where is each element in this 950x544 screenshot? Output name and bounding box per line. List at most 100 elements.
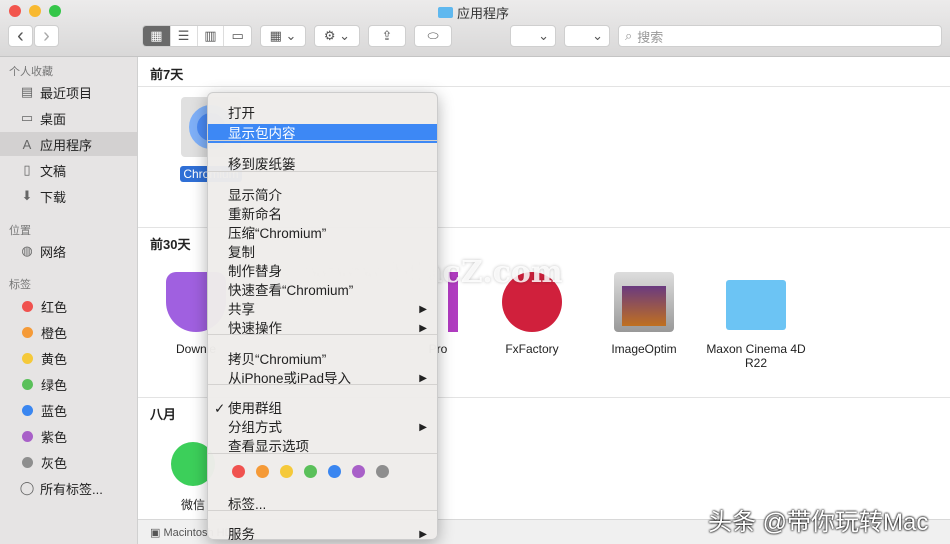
tag-color-option[interactable] xyxy=(280,465,293,478)
checkmark-icon: ✓ xyxy=(214,401,226,416)
menu-item-share[interactable]: 共享 ▶ xyxy=(208,300,437,319)
menu-item-label: 显示简介 xyxy=(228,188,282,203)
sidebar-item-label: 红色 xyxy=(41,299,68,315)
menu-item-label: 拷贝“Chromium” xyxy=(228,352,327,367)
search-icon: ⌕ xyxy=(625,28,633,43)
sidebar-item-label: 应用程序 xyxy=(40,137,93,153)
menu-separator xyxy=(208,510,437,511)
sidebar-item-desktop[interactable]: ▭ 桌面 xyxy=(0,106,137,130)
tag-color-icon xyxy=(22,456,33,468)
menu-item-get-info[interactable]: 显示简介 xyxy=(208,186,437,205)
menu-item-quick-actions[interactable]: 快速操作 ▶ xyxy=(208,319,437,338)
menu-item-rename[interactable]: 重新命名 xyxy=(208,205,437,224)
applications-icon: A xyxy=(22,136,32,152)
tag-color-icon xyxy=(22,430,33,442)
sidebar-item-tag[interactable]: 橙色 xyxy=(0,320,137,344)
tag-color-icon xyxy=(22,378,33,390)
tag-button[interactable]: ⬭ xyxy=(414,25,452,47)
file-item-maxon-cinema-4d[interactable]: Maxon Cinema 4D R22 xyxy=(701,272,811,370)
watermark-corner: 头条 @带你玩转Mac xyxy=(708,509,929,536)
menu-item-quick-look[interactable]: 快速查看“Chromium” xyxy=(208,281,437,300)
sidebar-item-tag[interactable]: 红色 xyxy=(0,294,137,318)
list-view-icon[interactable]: ☰ xyxy=(171,26,198,46)
dropdown-1[interactable]: ⌄ xyxy=(510,25,556,47)
submenu-arrow-icon: ▶ xyxy=(419,373,427,384)
back-button[interactable]: ‹ xyxy=(8,25,33,47)
menu-item-make-alias[interactable]: 制作替身 xyxy=(208,262,437,281)
tag-color-option[interactable] xyxy=(376,465,389,478)
sidebar-item-applications[interactable]: A 应用程序 xyxy=(0,132,137,156)
sidebar-item-tag[interactable]: 黄色 xyxy=(0,346,137,370)
tag-color-option[interactable] xyxy=(304,465,317,478)
download-icon: ⬇ xyxy=(21,188,33,203)
view-mode-control[interactable]: ▦ ☰ ▥ ▭ xyxy=(142,25,252,47)
sidebar-item-recents[interactable]: ▤ 最近项目 xyxy=(0,80,137,104)
action-button[interactable]: ⚙ ⌄ xyxy=(314,25,360,47)
menu-item-label: 使用群组 xyxy=(228,401,282,416)
dropdown-2[interactable]: ⌄ xyxy=(564,25,610,47)
sidebar-item-label: 灰色 xyxy=(41,455,68,471)
menu-item-open[interactable]: 打开 xyxy=(208,104,437,123)
sidebar-heading-favorites: 个人收藏 xyxy=(9,66,53,78)
gallery-view-icon[interactable]: ▭ xyxy=(224,26,251,46)
zoom-button[interactable] xyxy=(49,5,61,17)
sidebar-item-label: 下载 xyxy=(40,189,67,205)
column-view-icon[interactable]: ▥ xyxy=(198,26,225,46)
search-input[interactable]: ⌕ 搜索 xyxy=(618,25,942,47)
sidebar-item-downloads[interactable]: ⬇ 下载 xyxy=(0,184,137,208)
sidebar-item-documents[interactable]: ▯ 文稿 xyxy=(0,158,137,182)
menu-item-compress[interactable]: 压缩“Chromium” xyxy=(208,224,437,243)
file-item-label: 微信 xyxy=(180,498,205,512)
menu-item-label: 制作替身 xyxy=(228,264,282,279)
submenu-arrow-icon: ▶ xyxy=(419,422,427,433)
menu-separator xyxy=(208,384,437,385)
forward-button[interactable]: › xyxy=(34,25,59,47)
sidebar-item-label: 紫色 xyxy=(41,429,68,445)
menu-item-use-groups[interactable]: ✓ 使用群组 xyxy=(208,399,437,418)
file-item-imageoptim[interactable]: ImageOptim xyxy=(589,272,699,356)
menu-separator xyxy=(208,334,437,335)
sidebar-item-label: 绿色 xyxy=(41,377,68,393)
file-item-label: ImageOptim xyxy=(611,342,677,356)
tag-color-icon xyxy=(22,404,33,416)
menu-item-copy[interactable]: 拷贝“Chromium” xyxy=(208,350,437,369)
context-menu: 打开 显示包内容 移到废纸篓 显示简介 重新命名 压缩“Chromium” 复制 制作替身 快速… xyxy=(207,92,438,542)
tag-color-option[interactable] xyxy=(328,465,341,478)
section-header: 前30天 xyxy=(150,237,191,252)
menu-item-import-from-iphone[interactable]: 从iPhone或iPad导入 ▶ xyxy=(208,369,437,388)
minimize-button[interactable] xyxy=(29,5,41,17)
menu-item-duplicate[interactable]: 复制 xyxy=(208,243,437,262)
menu-item-label: 快速查看“Chromium” xyxy=(228,283,354,298)
icon-view-icon[interactable]: ▦ xyxy=(143,26,171,46)
menu-item-label: 显示包内容 xyxy=(228,126,296,141)
sidebar-item-network[interactable]: ◍ 网络 xyxy=(0,239,137,263)
sidebar-item-tag[interactable]: 绿色 xyxy=(0,372,137,396)
menu-item-services[interactable]: 服务 ▶ xyxy=(208,525,437,544)
sidebar-item-tag[interactable]: 蓝色 xyxy=(0,398,137,422)
share-button[interactable]: ⇪ xyxy=(368,25,406,47)
sidebar-heading-locations: 位置 xyxy=(9,225,31,237)
submenu-arrow-icon: ▶ xyxy=(419,323,427,334)
sidebar-item-tag[interactable]: 灰色 xyxy=(0,450,137,474)
close-button[interactable] xyxy=(9,5,21,17)
sidebar-item-label: 桌面 xyxy=(40,111,67,127)
menu-item-label: 查看显示选项 xyxy=(228,439,309,454)
menu-item-label: 分组方式 xyxy=(228,420,282,435)
menu-separator xyxy=(208,453,437,454)
group-button[interactable]: ▦ ⌄ xyxy=(260,25,306,47)
menu-separator xyxy=(208,171,437,172)
submenu-arrow-icon: ▶ xyxy=(419,304,427,315)
chevron-down-icon: ⌄ xyxy=(592,28,603,43)
tag-color-option[interactable] xyxy=(256,465,269,478)
menu-item-tags[interactable]: 标签... xyxy=(208,495,437,514)
menu-item-label: 重新命名 xyxy=(228,207,282,222)
tag-color-option[interactable] xyxy=(352,465,365,478)
menu-item-group-by[interactable]: 分组方式 ▶ xyxy=(208,418,437,437)
sidebar-item-all-tags[interactable]: ◯ 所有标签... xyxy=(0,476,137,500)
tag-color-icon xyxy=(22,352,33,364)
menu-item-label: 打开 xyxy=(228,106,255,121)
tag-color-option[interactable] xyxy=(232,465,245,478)
sidebar-item-label: 文稿 xyxy=(40,163,67,179)
sidebar-item-tag[interactable]: 紫色 xyxy=(0,424,137,448)
document-icon: ▯ xyxy=(23,162,31,177)
